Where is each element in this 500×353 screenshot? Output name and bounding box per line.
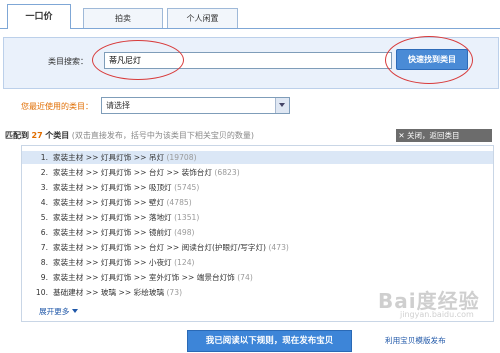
expand-more-link[interactable]: 展开更多 [39, 306, 79, 317]
list-item-count: (74) [237, 273, 253, 282]
recent-category-select[interactable]: 请选择 [101, 97, 290, 114]
list-item-number: 4. [40, 198, 48, 207]
category-search-panel: 类目搜索： 快速找到类目 [3, 37, 499, 89]
list-item-path: 基础建材 >> 玻璃 >> 彩绘玻璃 [53, 288, 165, 297]
list-item-count: (19708) [166, 153, 197, 162]
list-item[interactable]: 10. 基础建材 >> 玻璃 >> 彩绘玻璃 (73) [22, 286, 493, 299]
list-item-path: 家装主材 >> 灯具灯饰 >> 吊灯 [53, 153, 165, 162]
tab-fixed-price[interactable]: 一口价 [7, 4, 71, 29]
list-item[interactable]: 6. 家装主材 >> 灯具灯饰 >> 镜前灯 (498) [22, 226, 493, 239]
list-item-path: 家装主材 >> 灯具灯饰 >> 落地灯 [53, 213, 172, 222]
list-item-number: 9. [40, 273, 48, 282]
close-return-label: 关闭，返回类目 [407, 131, 460, 140]
list-item-number: 10. [35, 288, 48, 297]
list-item-count: (5745) [174, 183, 200, 192]
match-suffix: 个类目 [45, 131, 70, 140]
list-item-path: 家装主材 >> 灯具灯饰 >> 壁灯 [53, 198, 165, 207]
list-item-count: (1351) [174, 213, 200, 222]
list-item[interactable]: 8. 家装主材 >> 灯具灯饰 >> 小夜灯 (124) [22, 256, 493, 269]
match-summary: 匹配到 27 个类目 (双击直接发布，括号中为该类目下相关宝贝的数量) [5, 130, 254, 141]
list-item-number: 5. [40, 213, 48, 222]
list-item[interactable]: 5. 家装主材 >> 灯具灯饰 >> 落地灯 (1351) [22, 211, 493, 224]
list-item-number: 7. [40, 243, 48, 252]
list-item-number: 3. [40, 183, 48, 192]
list-item[interactable]: 3. 家装主材 >> 灯具灯饰 >> 吸顶灯 (5745) [22, 181, 493, 194]
search-label: 类目搜索： [48, 57, 88, 66]
chevron-down-icon[interactable] [275, 98, 289, 113]
category-search-input[interactable] [104, 52, 392, 69]
recent-category-value: 请选择 [106, 101, 130, 110]
list-item[interactable]: 1. 家装主材 >> 灯具灯饰 >> 吊灯 (19708) [22, 151, 493, 164]
close-return-category-button[interactable]: ✕ 关闭，返回类目 [396, 129, 492, 142]
match-count: 27 [31, 131, 43, 140]
list-item[interactable]: 9. 家装主材 >> 灯具灯饰 >> 室外灯饰 >> 端景台灯饰 (74) [22, 271, 493, 284]
list-item-count: (73) [166, 288, 183, 297]
list-item-number: 2. [40, 168, 48, 177]
publish-item-button[interactable]: 我已阅读以下规则，现在发布宝贝 [187, 330, 352, 352]
list-item-count: (498) [174, 228, 195, 237]
list-item-path: 家装主材 >> 灯具灯饰 >> 台灯 >> 阅读台灯(护眼灯/写字灯) [53, 243, 267, 252]
match-hint: (双击直接发布，括号中为该类目下相关宝贝的数量) [71, 131, 255, 140]
quick-find-category-button[interactable]: 快速找到类目 [396, 49, 468, 70]
list-item-path: 家装主材 >> 灯具灯饰 >> 小夜灯 [53, 258, 172, 267]
tab-personal-idle[interactable]: 个人闲置 [167, 8, 238, 28]
list-item-path: 家装主材 >> 灯具灯饰 >> 镜前灯 [53, 228, 172, 237]
list-item-count: (473) [268, 243, 289, 252]
list-item[interactable]: 2. 家装主材 >> 灯具灯饰 >> 台灯 >> 装饰台灯 (6823) [22, 166, 493, 179]
list-item-number: 8. [40, 258, 48, 267]
list-item[interactable]: 4. 家装主材 >> 灯具灯饰 >> 壁灯 (4785) [22, 196, 493, 209]
recent-category-label: 您最近使用的类目： [21, 102, 93, 111]
list-item-count: (6823) [214, 168, 240, 177]
list-item-count: (124) [174, 258, 195, 267]
list-item-number: 1. [40, 153, 48, 162]
chevron-down-icon [72, 309, 79, 313]
match-prefix: 匹配到 [5, 131, 29, 140]
list-item-path: 家装主材 >> 灯具灯饰 >> 吸顶灯 [53, 183, 172, 192]
list-item-number: 6. [40, 228, 48, 237]
list-item-count: (4785) [166, 198, 192, 207]
list-item[interactable]: 7. 家装主材 >> 灯具灯饰 >> 台灯 >> 阅读台灯(护眼灯/写字灯) (4… [22, 241, 493, 254]
tab-auction[interactable]: 拍卖 [83, 8, 163, 28]
list-item-path: 家装主材 >> 灯具灯饰 >> 室外灯饰 >> 端景台灯饰 [53, 273, 235, 282]
category-result-list: 1. 家装主材 >> 灯具灯饰 >> 吊灯 (19708) 2. 家装主材 >> 灯… [21, 145, 494, 322]
close-icon: ✕ [398, 131, 405, 140]
expand-more-label: 展开更多 [39, 307, 70, 316]
list-item-path: 家装主材 >> 灯具灯饰 >> 台灯 >> 装饰台灯 [53, 168, 212, 177]
template-publish-link[interactable]: 利用宝贝模版发布 [385, 335, 446, 346]
tab-bar: 一口价 拍卖 个人闲置 [0, 0, 500, 29]
